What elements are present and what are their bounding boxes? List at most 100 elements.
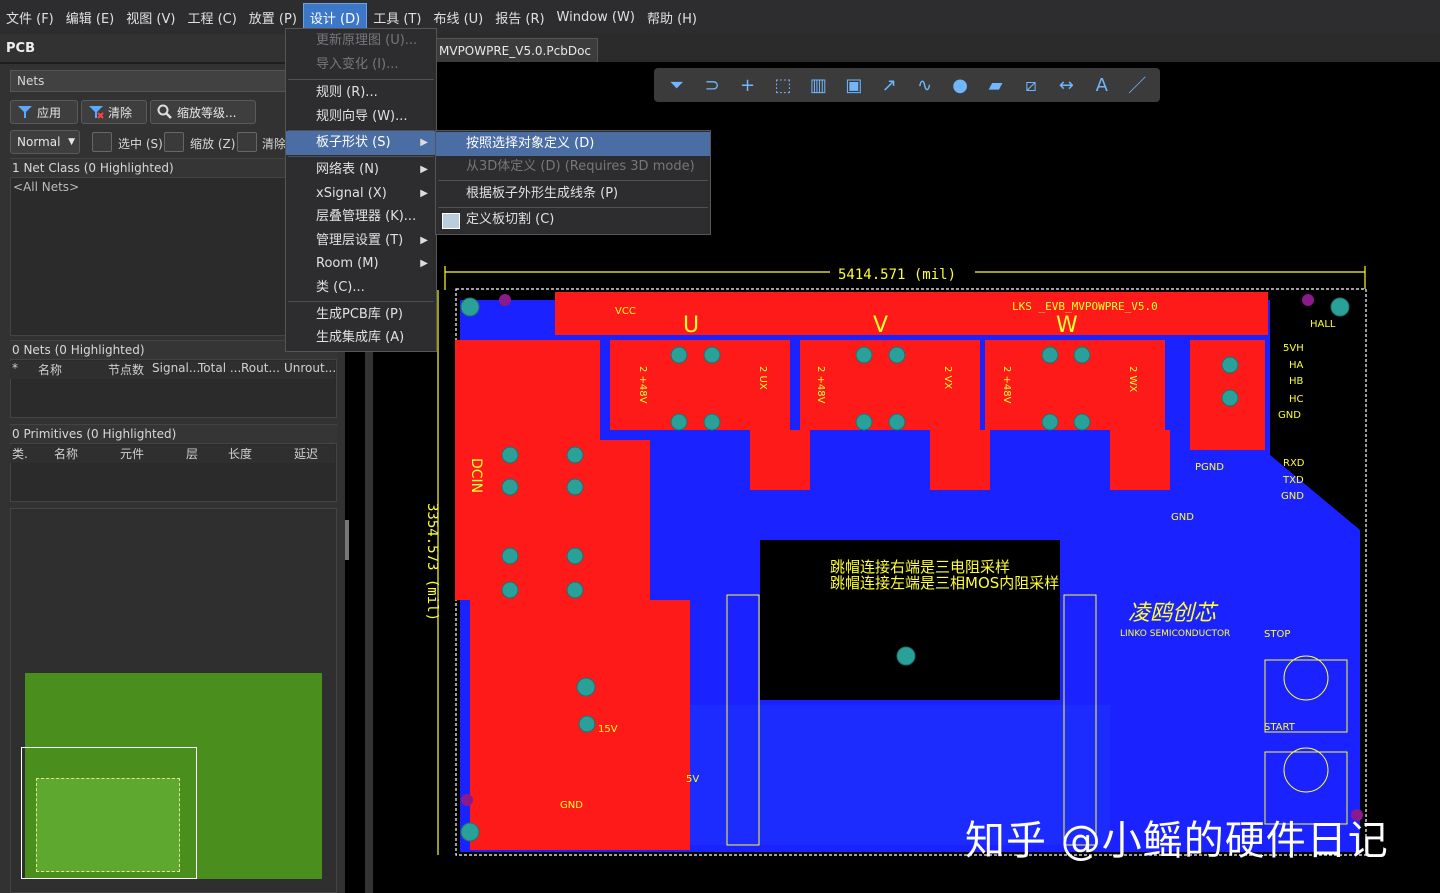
menu-item-room[interactable]: Room (M) ▶ [286,252,436,276]
menu-view[interactable]: 视图 (V) [120,4,181,31]
menu-help[interactable]: 帮助 (H) [641,4,703,31]
menu-item-layer-stack[interactable]: 层叠管理器 (K)... [286,205,436,229]
menu-item-manage-layers[interactable]: 管理层设置 (T) ▶ [286,229,436,253]
nets-dropdown[interactable]: Nets [10,70,298,92]
all-nets-item[interactable]: <All Nets> [13,180,79,194]
watermark: 知乎 @小鳐的硬件日记 [965,818,1389,864]
line-icon[interactable]: ／ [1122,72,1151,98]
shunt-v [930,430,990,490]
fill-icon[interactable]: ▰ [981,72,1010,98]
menu-edit[interactable]: 编辑 (E) [60,4,121,31]
phase-u-label: U [683,313,699,338]
col-layer[interactable]: 层 [186,445,228,463]
dimension-icon[interactable]: ↔ [1052,72,1081,98]
col-signal[interactable]: Signal... [152,361,200,379]
submenu-arrow-icon: ▶ [420,164,428,175]
menu-bar: 文件 (F) 编辑 (E) 视图 (V) 工程 (C) 放置 (P) 设计 (D… [0,0,1440,34]
zoom-checkbox[interactable] [164,132,184,152]
menu-item-import-changes[interactable]: 导入变化 (I)... [286,53,436,77]
clear-checkbox[interactable] [237,132,257,152]
route-icon[interactable]: ⊃ [697,72,726,98]
board-minimap[interactable] [10,508,337,893]
zoom-level-button[interactable]: 缩放等级... [150,100,256,124]
interactive-route-icon[interactable]: ↗ [875,72,904,98]
crosshair-icon[interactable]: + [733,72,762,98]
col-star[interactable]: * [10,361,38,379]
text-icon[interactable]: A [1087,72,1116,98]
magnifier-icon [157,104,172,119]
menu-item-make-integrated-lib[interactable]: 生成集成库 (A) [286,326,436,350]
hall-pin-hc: HC [1289,394,1304,405]
col-total[interactable]: Total ... [198,361,241,379]
filter-icon [18,106,32,118]
col-length[interactable]: 长度 [228,445,294,463]
col-unrouted[interactable]: Unrout... [284,361,336,379]
menu-route[interactable]: 布线 (U) [427,4,489,31]
col-component[interactable]: 元件 [120,445,186,463]
submenu-item-define-from-3d[interactable]: 从3D体定义 (D) (Requires 3D mode) [436,155,710,179]
minimap-viewport[interactable] [21,747,197,879]
filter-icon[interactable]: ⏷ [662,72,691,98]
clear-label: 清除 [108,105,133,120]
menu-item-rules[interactable]: 规则 (R)... [286,81,436,105]
menu-project[interactable]: 工程 (C) [181,4,242,31]
select-checkbox[interactable] [92,132,112,152]
board-title: LKS _EVB_MVPOWPRE_V5.0 [1012,300,1158,313]
menu-place[interactable]: 放置 (P) [243,4,303,31]
component-icon[interactable]: ▣ [839,72,868,98]
tab-pcbdoc[interactable]: MVPOWPRE_V5.0.PcbDoc [432,38,599,64]
menu-item-update-schematic[interactable]: 更新原理图 (U)... [286,29,436,53]
align-icon[interactable]: ▥ [804,72,833,98]
mos-label-3: 2 +48V [815,366,826,404]
diff-pair-icon[interactable]: ∿ [910,72,939,98]
menu-item-netlist[interactable]: 网络表 (N) ▶ [286,158,436,182]
submenu-arrow-icon: ▶ [420,188,428,199]
mos-label-5: 2 +48V [1001,366,1012,404]
design-menu: 更新原理图 (U)... 导入变化 (I)... 规则 (R)... 规则向导 … [285,28,437,352]
menu-tools[interactable]: 工具 (T) [367,4,427,31]
apply-button[interactable]: 应用 [10,100,78,124]
col-class[interactable]: 类. [10,445,54,463]
clear-button[interactable]: 清除 [81,100,147,124]
clear-short-label: 清除 [262,137,287,151]
mode-value: Normal [17,135,61,149]
mode-select[interactable]: Normal ▼ [10,130,80,154]
shunt-w [1110,430,1170,490]
menu-separator [288,79,434,80]
minimap-pcb-thumbnail [36,778,180,872]
select-label: 选中 (S) [118,137,163,151]
select-rect-icon[interactable]: ⬚ [768,72,797,98]
hall-label: HALL [1310,319,1336,330]
gnd-label-bottom: GND [560,800,583,811]
uart-pin-rxd: RXD [1283,458,1305,469]
submenu-item-define-board-cutout[interactable]: 定义板切割 (C) [436,208,710,232]
submenu-arrow-icon: ▶ [420,137,428,148]
v5-label: 5V [686,774,699,785]
col-delay[interactable]: 延迟 [294,445,334,463]
zoom-label: 缩放 (Z) [190,137,236,151]
menu-window[interactable]: Window (W) [551,6,641,29]
submenu-item-create-primitives[interactable]: 根据板子外形生成线条 (P) [436,182,710,206]
menu-reports[interactable]: 报告 (R) [489,4,550,31]
col-node-count[interactable]: 节点数 [108,361,152,379]
menu-item-classes[interactable]: 类 (C)... [286,276,436,300]
active-bar-toolbar: ⏷ ⊃ + ⬚ ▥ ▣ ↗ ∿ ● ▰ ⧄ ↔ A ／ [654,68,1160,102]
menu-separator [288,156,434,157]
col-name[interactable]: 名称 [38,361,108,379]
keepout-icon[interactable]: ⧄ [1016,72,1045,98]
top-copper-vbus [555,292,1268,335]
submenu-arrow-icon: ▶ [420,235,428,246]
menu-item-xsignal[interactable]: xSignal (X) ▶ [286,182,436,206]
hall-pin-hb: HB [1289,376,1304,387]
via-icon[interactable]: ● [945,72,974,98]
col-routed[interactable]: Rout... [241,361,284,379]
stop-label: STOP [1264,629,1290,640]
panel-title: PCB [6,41,35,56]
submenu-item-define-from-selected[interactable]: 按照选择对象定义 (D) [436,132,710,156]
menu-item-make-pcb-lib[interactable]: 生成PCB库 (P) [286,303,436,327]
menu-item-board-shape[interactable]: 板子形状 (S) ▶ [286,131,436,155]
scroll-marker [345,520,349,560]
menu-file[interactable]: 文件 (F) [0,4,60,31]
col-prim-name[interactable]: 名称 [54,445,120,463]
menu-item-rule-wizard[interactable]: 规则向导 (W)... [286,105,436,129]
